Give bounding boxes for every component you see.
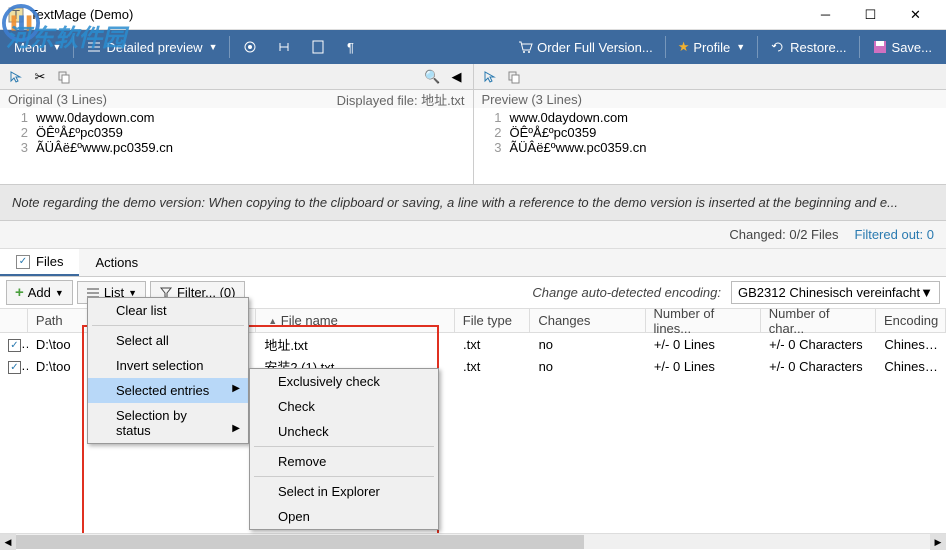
horizontal-scrollbar[interactable]: ◀ ▶ (0, 533, 946, 549)
tool-3-button[interactable] (302, 35, 334, 59)
cart-icon (517, 39, 533, 55)
checkbox-icon: ✓ (16, 255, 30, 269)
tool-2-button[interactable] (268, 35, 300, 59)
binoculars-icon[interactable]: 🔍 (423, 67, 443, 87)
copy-icon[interactable] (504, 67, 524, 87)
col-encoding[interactable]: Encoding (876, 309, 946, 332)
menu-clear-list[interactable]: Clear list (88, 298, 248, 323)
preview-content[interactable]: 1www.0daydown.com 2ÖÊºÅ£ºpc0359 3ÃÜÂë£ºw… (474, 108, 946, 184)
status-bar: Changed: 0/2 Files Filtered out: 0 (0, 221, 946, 249)
filtered-status: Filtered out: 0 (855, 227, 935, 242)
encoding-label: Change auto-detected encoding: (532, 285, 721, 300)
menu-selection-by-status[interactable]: Selection by status▶ (88, 403, 248, 443)
watermark-logo (2, 4, 40, 42)
preview-header: Preview (3 Lines) (482, 92, 582, 107)
original-pane: ✂ 🔍 ◀ Original (3 Lines) Displayed file:… (0, 64, 474, 184)
demo-note: Note regarding the demo version: When co… (0, 184, 946, 221)
displayed-file: Displayed file: 地址.txt (337, 90, 465, 109)
minimize-button[interactable]: ─ (803, 0, 848, 30)
split-view: ✂ 🔍 ◀ Original (3 Lines) Displayed file:… (0, 64, 946, 184)
main-toolbar: Menu▼ Detailed preview▼ ¶ Order Full Ver… (0, 30, 946, 64)
cursor-icon[interactable] (6, 67, 26, 87)
menu-selected-entries[interactable]: Selected entries▶ (88, 378, 248, 403)
profile-button[interactable]: ★ Profile▼ (670, 35, 753, 59)
close-button[interactable]: ✕ (893, 0, 938, 30)
scroll-right-button[interactable]: ▶ (930, 534, 946, 550)
list-context-menu: Clear list Select all Invert selection S… (87, 297, 249, 444)
titlebar: T TextMage (Demo) ─ ☐ ✕ (0, 0, 946, 30)
restore-button[interactable]: Restore... (762, 35, 854, 59)
col-checkbox[interactable] (0, 309, 28, 332)
tool-4-button[interactable]: ¶ (336, 35, 368, 59)
col-filetype[interactable]: File type (455, 309, 531, 332)
tab-actions[interactable]: Actions (79, 249, 154, 276)
order-button[interactable]: Order Full Version... (509, 35, 661, 59)
selected-entries-submenu: Exclusively check Check Uncheck Remove S… (249, 368, 439, 530)
detailed-preview-button[interactable]: Detailed preview▼ (78, 35, 225, 59)
menu-select-all[interactable]: Select all (88, 328, 248, 353)
doc-icon (310, 39, 326, 55)
menu-exclusively-check[interactable]: Exclusively check (250, 369, 438, 394)
menu-select-in-explorer[interactable]: Select in Explorer (250, 479, 438, 504)
gear-icon (242, 39, 258, 55)
col-filename[interactable]: ▲ File name (256, 309, 455, 332)
pilcrow-icon: ¶ (344, 39, 360, 55)
row-checkbox[interactable]: ✓ (8, 339, 21, 352)
menu-uncheck[interactable]: Uncheck (250, 419, 438, 444)
tabs: ✓ Files Actions (0, 249, 946, 277)
arrows-icon (276, 39, 292, 55)
menu-invert-selection[interactable]: Invert selection (88, 353, 248, 378)
original-header: Original (3 Lines) (8, 92, 107, 107)
window-title: TextMage (Demo) (30, 7, 803, 22)
col-changes[interactable]: Changes (530, 309, 645, 332)
row-checkbox[interactable]: ✓ (8, 361, 21, 374)
menu-open[interactable]: Open (250, 504, 438, 529)
undo-icon (770, 39, 786, 55)
add-button[interactable]: +Add▼ (6, 280, 73, 305)
list-icon (86, 39, 102, 55)
col-lines[interactable]: Number of lines... (646, 309, 761, 332)
col-chars[interactable]: Number of char... (761, 309, 876, 332)
cursor-icon[interactable] (480, 67, 500, 87)
scroll-left-button[interactable]: ◀ (0, 534, 16, 550)
prev-icon[interactable]: ◀ (447, 67, 467, 87)
save-button[interactable]: Save... (864, 35, 940, 59)
copy-icon[interactable] (54, 67, 74, 87)
maximize-button[interactable]: ☐ (848, 0, 893, 30)
disk-icon (872, 39, 888, 55)
encoding-select[interactable]: GB2312 Chinesisch vereinfacht ▼ (731, 281, 940, 304)
menu-check[interactable]: Check (250, 394, 438, 419)
plus-icon: + (15, 284, 24, 301)
tool-1-button[interactable] (234, 35, 266, 59)
original-content[interactable]: 1www.0daydown.com 2ÖÊºÅ£ºpc0359 3ÃÜÂë£ºw… (0, 108, 473, 184)
cut-icon[interactable]: ✂ (30, 67, 50, 87)
tab-files[interactable]: ✓ Files (0, 249, 79, 276)
svg-text:¶: ¶ (347, 40, 354, 55)
menu-remove[interactable]: Remove (250, 449, 438, 474)
star-icon: ★ (678, 39, 690, 55)
changed-status: Changed: 0/2 Files (729, 227, 838, 242)
scroll-thumb[interactable] (16, 535, 584, 549)
preview-pane: Preview (3 Lines) 1www.0daydown.com 2ÖÊº… (474, 64, 946, 184)
